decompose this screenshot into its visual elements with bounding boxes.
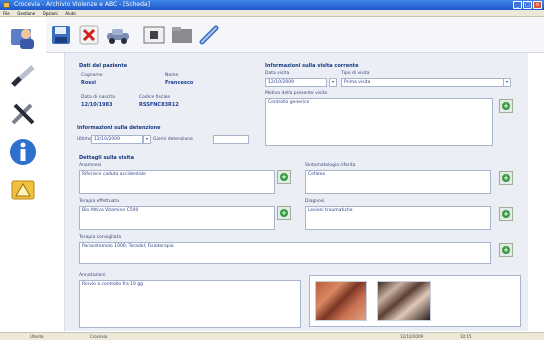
window-title: Crocevia - Archivio Violenze e ABC - [Sc… (14, 1, 150, 8)
tools-icon (11, 103, 35, 125)
visit-date-label: Data visita (265, 71, 290, 76)
menu-aiuto[interactable]: Aiuto (65, 11, 75, 16)
chevron-down-icon[interactable]: ▾ (503, 78, 511, 87)
syringe-icon (11, 65, 35, 87)
plus-icon: + (280, 173, 288, 181)
add-therapy-button[interactable]: + (277, 206, 291, 220)
status-time: 10:15 (460, 334, 472, 339)
birthdate-label: Data di nascita (81, 95, 115, 100)
pencil-icon (199, 25, 219, 45)
visit-date-field[interactable]: 12/10/2009 (265, 78, 327, 87)
add-diagnosis-button[interactable]: + (499, 207, 513, 221)
birthdate-value: 12/10/1983 (81, 102, 113, 108)
window-titlebar: Crocevia - Archivio Violenze e ABC - [Sc… (0, 0, 544, 10)
diagnosis-label: Diagnosi (305, 199, 325, 204)
save-button[interactable] (50, 23, 72, 47)
folder-icon (172, 27, 192, 43)
menu-opzioni[interactable]: Opzioni (43, 11, 58, 16)
add-anamnesi-button[interactable]: + (277, 170, 291, 184)
delete-button[interactable] (78, 23, 100, 47)
status-date: 12/10/2009 (400, 334, 424, 339)
add-reason-button[interactable]: + (499, 99, 513, 113)
anamnesi-field[interactable]: Riferisce caduta accidentale (79, 170, 275, 194)
menu-bar: File Gestione Opzioni Aiuto (0, 10, 544, 17)
nome-label: Nome (165, 73, 179, 78)
fiscal-code-label: Codice fiscale (139, 95, 171, 100)
detention-last-label: Ultimo (77, 137, 92, 142)
notes-label: Annotazioni (79, 273, 106, 278)
recommended-therapy-field[interactable]: Paracetamolo 1000; Toradol; Fisioterapia (79, 242, 491, 264)
symptoms-field[interactable]: Cefalea (305, 170, 491, 194)
status-app: Crocevia (90, 334, 108, 339)
visit-type-label: Tipo di visita (341, 71, 370, 76)
therapy-field[interactable]: Bio Attiva Vitamine C500 (79, 206, 275, 230)
notes-field[interactable]: Rinvio a controllo fra 10 gg (79, 280, 301, 328)
anamnesi-label: Anamnesi (79, 163, 102, 168)
delete-icon (79, 25, 99, 45)
menu-file[interactable]: File (3, 11, 10, 16)
current-visit-section-title: Informazioni sulla visita corrente (265, 63, 359, 69)
status-user: Utente (30, 334, 44, 339)
car-button[interactable] (104, 23, 132, 47)
visit-date-picker[interactable]: ▾ (329, 78, 337, 87)
visit-type-select[interactable]: Prima visita (341, 78, 511, 87)
menu-gestione[interactable]: Gestione (17, 11, 35, 16)
close-button[interactable]: × (533, 1, 542, 9)
folder-button[interactable] (170, 23, 194, 47)
nome-value: Francesco (165, 80, 194, 86)
injury-photo-2[interactable] (377, 281, 431, 321)
detention-last-field[interactable]: 12/10/2009 (91, 135, 143, 144)
syringe-button[interactable] (7, 61, 39, 91)
edit-button[interactable] (198, 23, 220, 47)
app-icon (3, 2, 10, 8)
plus-icon: + (502, 246, 510, 254)
visit-form: Dati del paziente Cognome Rossi Nome Fra… (64, 53, 528, 331)
warning-button[interactable] (7, 175, 39, 205)
plus-icon: + (502, 102, 510, 110)
users-button[interactable] (7, 23, 39, 53)
therapy-label: Terapia effettuata (79, 199, 119, 204)
film-button[interactable] (142, 23, 166, 47)
toolbar (46, 17, 544, 53)
save-icon (52, 26, 70, 44)
left-sidebar (0, 17, 46, 332)
warning-icon (11, 180, 35, 200)
plus-icon: + (280, 209, 288, 217)
fiscal-code-value: RSSFNC83R12 (139, 102, 179, 108)
cognome-label: Cognome (81, 73, 103, 78)
car-icon (107, 29, 129, 44)
patient-section-title: Dati del paziente (79, 63, 128, 69)
info-button[interactable] (7, 137, 39, 167)
film-icon (143, 26, 165, 44)
maximize-button[interactable]: □ (523, 1, 532, 9)
detention-section-title: Informazioni sulla detenzione (77, 125, 161, 131)
add-symptoms-button[interactable]: + (499, 171, 513, 185)
injury-photo-1[interactable] (315, 281, 367, 321)
diagnosis-field[interactable]: Lesioni traumatiche (305, 206, 491, 230)
users-icon (11, 29, 34, 49)
add-recommended-therapy-button[interactable]: + (499, 243, 513, 257)
visit-details-section-title: Dettagli sulla visita (79, 155, 134, 161)
plus-icon: + (502, 210, 510, 218)
minimize-button[interactable]: _ (513, 1, 522, 9)
symptoms-label: Sintomatologia riferita (305, 163, 356, 168)
visit-reason-field[interactable]: Controllo generico (265, 98, 493, 146)
status-bar: Utente Crocevia 12/10/2009 10:15 (0, 332, 544, 340)
cognome-value: Rossi (81, 80, 96, 86)
tools-button[interactable] (7, 99, 39, 129)
visit-reason-label: Motivo della presente visita (265, 91, 328, 96)
detention-days-label: Giorni detenzione (153, 137, 193, 142)
recommended-therapy-label: Terapia consigliata (79, 235, 121, 240)
plus-icon: + (502, 174, 510, 182)
detention-days-field[interactable] (213, 135, 249, 144)
info-icon (10, 139, 36, 165)
detention-calendar-button[interactable]: ▾ (143, 135, 151, 144)
